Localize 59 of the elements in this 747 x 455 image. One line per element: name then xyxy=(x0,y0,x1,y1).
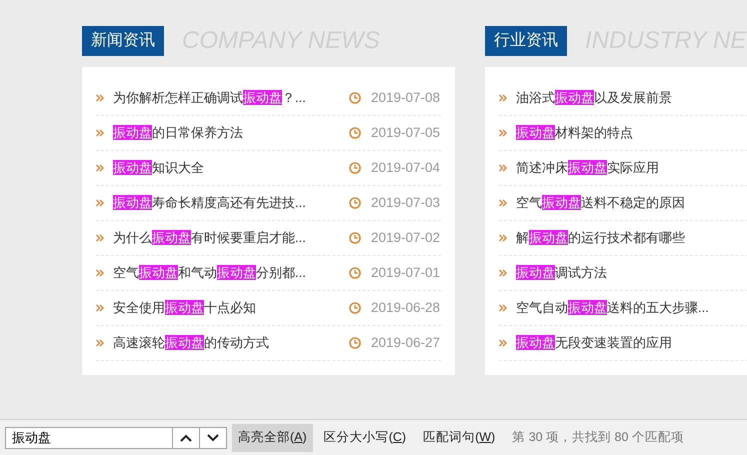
news-link[interactable]: 高速滚轮振动盘的传动方式 xyxy=(113,333,340,353)
double-chevron-icon xyxy=(499,234,507,242)
news-date: 2019-07-01 xyxy=(370,264,440,282)
double-chevron-icon xyxy=(96,269,104,277)
section-title: 新闻资讯 xyxy=(82,26,164,56)
news-link[interactable]: 振动盘材料架的特点 xyxy=(516,123,747,143)
news-link[interactable]: 空气自动振动盘送料的五大步骤... xyxy=(516,298,747,318)
double-chevron-icon xyxy=(499,199,507,207)
next-match-button[interactable] xyxy=(200,426,227,448)
double-chevron-icon xyxy=(499,164,507,172)
news-date: 2019-07-08 xyxy=(370,88,440,107)
double-chevron-icon xyxy=(96,234,104,242)
news-link[interactable]: 振动盘的日常保养方法 xyxy=(113,123,340,143)
news-link[interactable]: 振动盘寿命长精度高还有先进技... xyxy=(113,193,340,213)
double-chevron-icon xyxy=(96,129,104,137)
news-link[interactable]: 为什么振动盘有时候要重启才能... xyxy=(113,228,340,248)
double-chevron-icon xyxy=(96,339,104,347)
up-caret-icon xyxy=(180,434,192,442)
news-date: 2019-07-05 xyxy=(370,124,440,142)
news-date: 2019-07-02 xyxy=(370,228,440,247)
match-count: 第 30 项，共找到 80 个匹配项 xyxy=(512,429,684,446)
news-link[interactable]: 为你解析怎样正确调试振动盘？... xyxy=(113,88,340,108)
down-caret-icon xyxy=(207,434,219,442)
double-chevron-icon xyxy=(96,304,104,312)
section-title: 行业资讯 xyxy=(485,26,567,56)
clock-icon xyxy=(348,127,361,139)
news-link[interactable]: 振动盘知识大全 xyxy=(113,158,340,178)
double-chevron-icon xyxy=(96,94,104,102)
clock-icon xyxy=(348,337,361,349)
clock-icon xyxy=(348,267,361,279)
news-link[interactable]: 空气振动盘和气动振动盘分别都... xyxy=(113,263,340,283)
find-option-button[interactable]: 区分大小写(C) xyxy=(318,424,412,452)
clock-icon xyxy=(348,232,361,244)
search-field[interactable]: 振动盘 xyxy=(5,426,173,448)
double-chevron-icon xyxy=(499,94,507,102)
news-link[interactable]: 安全使用振动盘十点必知 xyxy=(113,298,340,318)
news-link[interactable]: 空气振动盘送料不稳定的原因 xyxy=(516,193,747,213)
news-link[interactable]: 振动盘无段变速装置的应用 xyxy=(516,333,747,353)
double-chevron-icon xyxy=(96,199,104,207)
double-chevron-icon xyxy=(96,164,104,172)
double-chevron-icon xyxy=(499,129,507,137)
news-link[interactable]: 解振动盘的运行技术都有哪些 xyxy=(516,228,747,248)
clock-icon xyxy=(348,197,361,209)
news-link[interactable]: 简述冲床振动盘实际应用 xyxy=(516,158,747,178)
news-date: 2019-07-03 xyxy=(370,194,440,212)
news-date: 2019-07-04 xyxy=(370,158,440,177)
clock-icon xyxy=(348,92,361,104)
double-chevron-icon xyxy=(499,339,507,347)
clock-icon xyxy=(348,302,361,314)
find-option-button[interactable]: 匹配词句(W) xyxy=(417,424,502,452)
previous-match-button[interactable] xyxy=(173,426,200,448)
news-link[interactable]: 振动盘调试方法 xyxy=(516,263,747,283)
news-date: 2019-06-28 xyxy=(370,298,440,317)
double-chevron-icon xyxy=(499,304,507,312)
news-date: 2019-06-27 xyxy=(370,334,440,352)
find-option-button[interactable]: 高亮全部(A) xyxy=(232,424,313,452)
double-chevron-icon xyxy=(499,269,507,277)
clock-icon xyxy=(348,162,361,174)
news-link[interactable]: 油浴式振动盘以及发展前景 xyxy=(516,88,747,108)
